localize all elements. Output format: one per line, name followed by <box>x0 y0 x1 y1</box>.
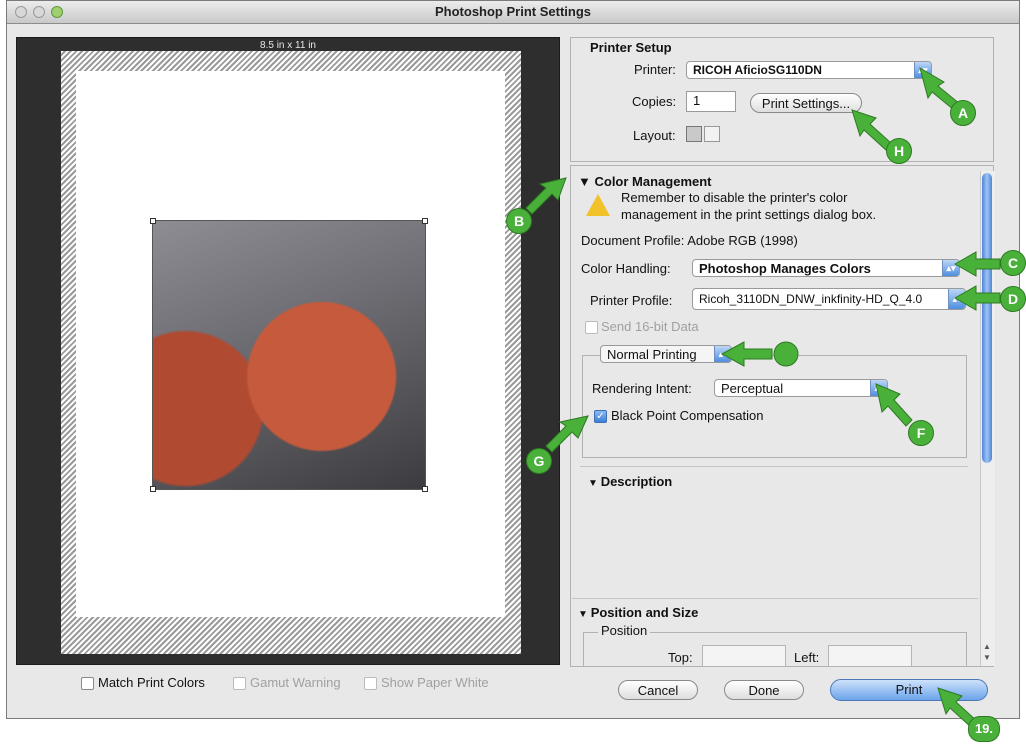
arrow-d <box>953 285 1001 311</box>
callout-f: F <box>908 420 934 446</box>
callout-e-dot <box>773 341 799 367</box>
arrow-h <box>851 109 893 151</box>
arrow-f <box>875 383 913 427</box>
callout-c: C <box>1000 250 1026 276</box>
arrow-b <box>525 177 567 215</box>
arrow-e <box>720 341 773 367</box>
arrow-c <box>953 251 1001 277</box>
callout-arrows <box>525 66 1001 729</box>
callout-step-19: 19. <box>968 716 1000 742</box>
callout-b: B <box>506 208 532 234</box>
callout-d: D <box>1000 286 1026 312</box>
callout-g: G <box>526 448 552 474</box>
callout-a: A <box>950 100 976 126</box>
arrow-g <box>545 415 589 453</box>
callout-h: H <box>886 138 912 164</box>
